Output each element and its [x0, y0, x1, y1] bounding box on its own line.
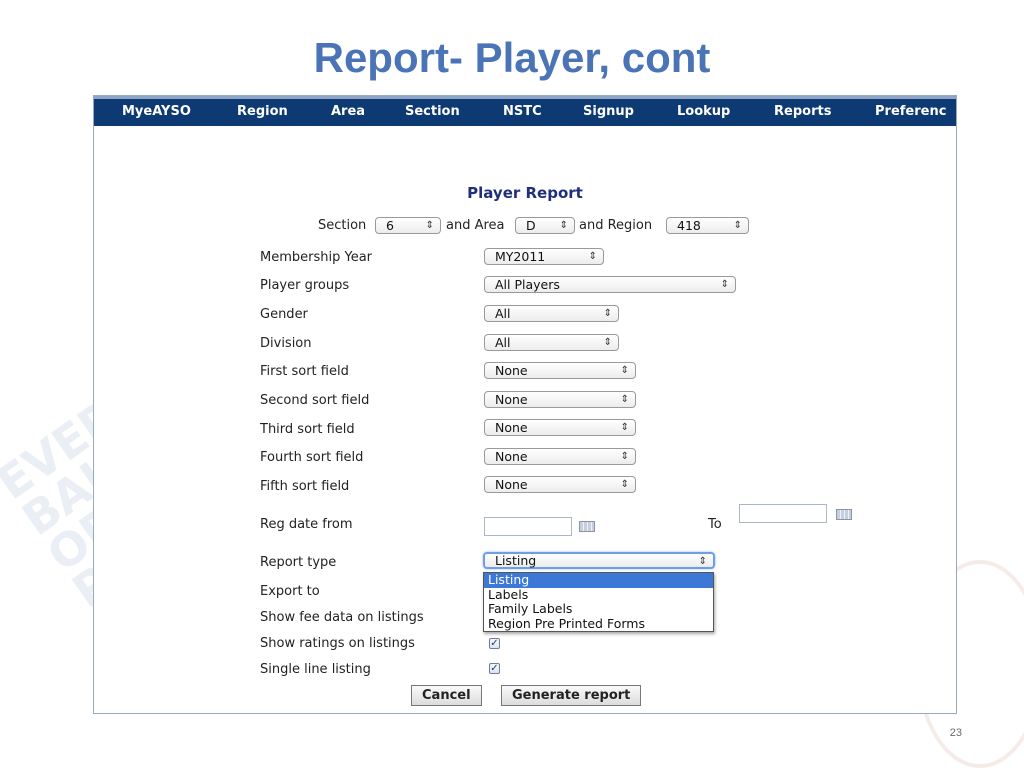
third-sort-label: Third sort field — [260, 422, 355, 437]
checkmark-icon: ✓ — [490, 638, 499, 649]
updown-arrow-icon: ⇕ — [620, 394, 629, 405]
region-select[interactable]: 418 ⇕ — [666, 217, 749, 234]
second-sort-label: Second sort field — [260, 393, 370, 408]
updown-arrow-icon: ⇕ — [425, 220, 434, 231]
generate-report-button[interactable]: Generate report — [501, 685, 642, 706]
updown-arrow-icon: ⇕ — [698, 556, 707, 567]
section-select[interactable]: 6 ⇕ — [375, 217, 441, 234]
calendar-icon[interactable] — [579, 521, 595, 532]
player-groups-label: Player groups — [260, 278, 350, 293]
updown-arrow-icon: ⇕ — [720, 279, 729, 290]
report-type-label: Report type — [260, 555, 337, 570]
updown-arrow-icon: ⇕ — [620, 451, 629, 462]
updown-arrow-icon: ⇕ — [559, 220, 568, 231]
player-groups-select[interactable]: All Players ⇕ — [484, 276, 736, 293]
division-label: Division — [260, 336, 312, 351]
calendar-icon[interactable] — [836, 509, 852, 520]
fourth-sort-label: Fourth sort field — [260, 450, 364, 465]
player-groups-value: All Players — [495, 277, 560, 292]
membership-year-label: Membership Year — [260, 250, 373, 265]
section-select-value: 6 — [386, 218, 394, 233]
updown-arrow-icon: ⇕ — [603, 337, 612, 348]
membership-year-select[interactable]: MY2011 ⇕ — [484, 248, 604, 265]
section-label: Section — [318, 218, 367, 233]
report-title: Player Report — [467, 184, 583, 202]
nav-item-reports[interactable]: Reports — [774, 104, 831, 119]
nav-item-region[interactable]: Region — [237, 104, 288, 119]
show-ratings-checkbox[interactable]: ✓ — [489, 638, 500, 649]
updown-arrow-icon: ⇕ — [733, 220, 742, 231]
slide-title: Report- Player, cont — [313, 34, 711, 81]
report-type-option-listing[interactable]: Listing — [484, 572, 713, 588]
division-value: All — [495, 335, 511, 350]
reg-date-from-label: Reg date from — [260, 517, 353, 532]
export-to-label: Export to — [260, 584, 320, 599]
nav-item-signup[interactable]: Signup — [583, 104, 634, 119]
cancel-button[interactable]: Cancel — [411, 685, 482, 706]
report-type-select[interactable]: Listing ⇕ — [483, 552, 715, 569]
division-select[interactable]: All ⇕ — [484, 334, 619, 351]
reg-date-from-input[interactable] — [484, 517, 572, 536]
gender-value: All — [495, 306, 511, 321]
updown-arrow-icon: ⇕ — [603, 308, 612, 319]
report-type-option-family-labels[interactable]: Family Labels — [484, 601, 713, 617]
screenshot-frame: MyeAYSO Region Area Section NSTC Signup … — [93, 95, 957, 714]
updown-arrow-icon: ⇕ — [620, 365, 629, 376]
nav-item-section[interactable]: Section — [405, 104, 460, 119]
nav-item-myeayso[interactable]: MyeAYSO — [122, 104, 191, 119]
single-line-label: Single line listing — [260, 662, 371, 677]
top-navbar: MyeAYSO Region Area Section NSTC Signup … — [94, 96, 956, 126]
gender-label: Gender — [260, 307, 308, 322]
area-select-value: D — [526, 218, 536, 233]
second-sort-value: None — [495, 392, 528, 407]
fifth-sort-value: None — [495, 477, 528, 492]
checkmark-icon: ✓ — [490, 663, 499, 674]
region-select-value: 418 — [677, 218, 701, 233]
show-fee-label: Show fee data on listings — [260, 610, 424, 625]
reg-date-to-label: To — [708, 517, 722, 532]
updown-arrow-icon: ⇕ — [620, 479, 629, 490]
first-sort-select[interactable]: None ⇕ — [484, 362, 636, 379]
nav-item-preferences[interactable]: Preferenc — [875, 104, 946, 119]
area-select[interactable]: D ⇕ — [515, 217, 575, 234]
nav-item-lookup[interactable]: Lookup — [677, 104, 730, 119]
updown-arrow-icon: ⇕ — [620, 422, 629, 433]
single-line-checkbox[interactable]: ✓ — [489, 663, 500, 674]
fifth-sort-select[interactable]: None ⇕ — [484, 476, 636, 493]
third-sort-value: None — [495, 420, 528, 435]
report-type-option-region-pre-printed-forms[interactable]: Region Pre Printed Forms — [484, 616, 713, 632]
region-label: and Region — [579, 218, 653, 233]
fourth-sort-select[interactable]: None ⇕ — [484, 448, 636, 465]
fifth-sort-label: Fifth sort field — [260, 479, 350, 494]
report-type-option-labels[interactable]: Labels — [484, 587, 713, 603]
report-type-value: Listing — [495, 553, 537, 568]
updown-arrow-icon: ⇕ — [588, 251, 597, 262]
membership-year-value: MY2011 — [495, 249, 546, 264]
fourth-sort-value: None — [495, 449, 528, 464]
page-number: 23 — [949, 727, 962, 739]
gender-select[interactable]: All ⇕ — [484, 305, 619, 322]
first-sort-label: First sort field — [260, 364, 349, 379]
nav-item-nstc[interactable]: NSTC — [503, 104, 542, 119]
area-label: and Area — [446, 218, 505, 233]
second-sort-select[interactable]: None ⇕ — [484, 391, 636, 408]
first-sort-value: None — [495, 363, 528, 378]
nav-item-area[interactable]: Area — [331, 104, 365, 119]
report-type-dropdown: Listing Labels Family Labels Region Pre … — [483, 572, 714, 632]
reg-date-to-input[interactable] — [739, 504, 827, 523]
third-sort-select[interactable]: None ⇕ — [484, 419, 636, 436]
show-ratings-label: Show ratings on listings — [260, 636, 415, 651]
